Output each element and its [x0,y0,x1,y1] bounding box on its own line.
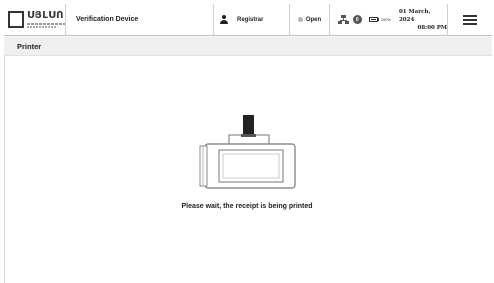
device-title: Verification Device [66,4,214,35]
user-label: Registrar [237,16,264,23]
logo-tagline-2 [27,26,57,28]
logo-text: ՍՅԼՍՈ [27,10,64,21]
logo-tagline [27,23,65,25]
session-status: Open [290,4,330,35]
network-icon [338,14,349,25]
hamburger-menu-icon [463,14,477,25]
notification-badge: 0 [352,15,362,24]
content-border [4,56,5,283]
user-indicator[interactable]: Registrar [214,4,290,35]
battery-indicator: 100% [368,17,391,22]
status-label: Open [305,16,322,23]
battery-level: 100% [380,17,391,22]
user-icon [219,14,229,25]
date-label: 01 March, 2024 [398,8,431,23]
menu-button[interactable] [448,4,492,35]
printing-message: Please wait, the receipt is being printe… [181,203,313,210]
battery-icon [368,17,378,22]
status-dot-icon [297,17,303,22]
section-title: Printer [4,37,492,56]
top-bar: ՍՅԼՍՈ Verification Device Registrar Open… [4,4,492,36]
logo-mark-icon [8,11,24,28]
system-indicators: 0 100% 01 March, 2024 08:00 PM [330,4,448,35]
printer-icon [199,115,296,189]
time-label: 08:00 PM [417,24,447,31]
printer-screen: ՍՅԼՍՈ Verification Device Registrar Open… [0,0,494,283]
logo: ՍՅԼՍՈ [4,4,66,35]
date-time: 01 March, 2024 08:00 PM [399,8,447,32]
